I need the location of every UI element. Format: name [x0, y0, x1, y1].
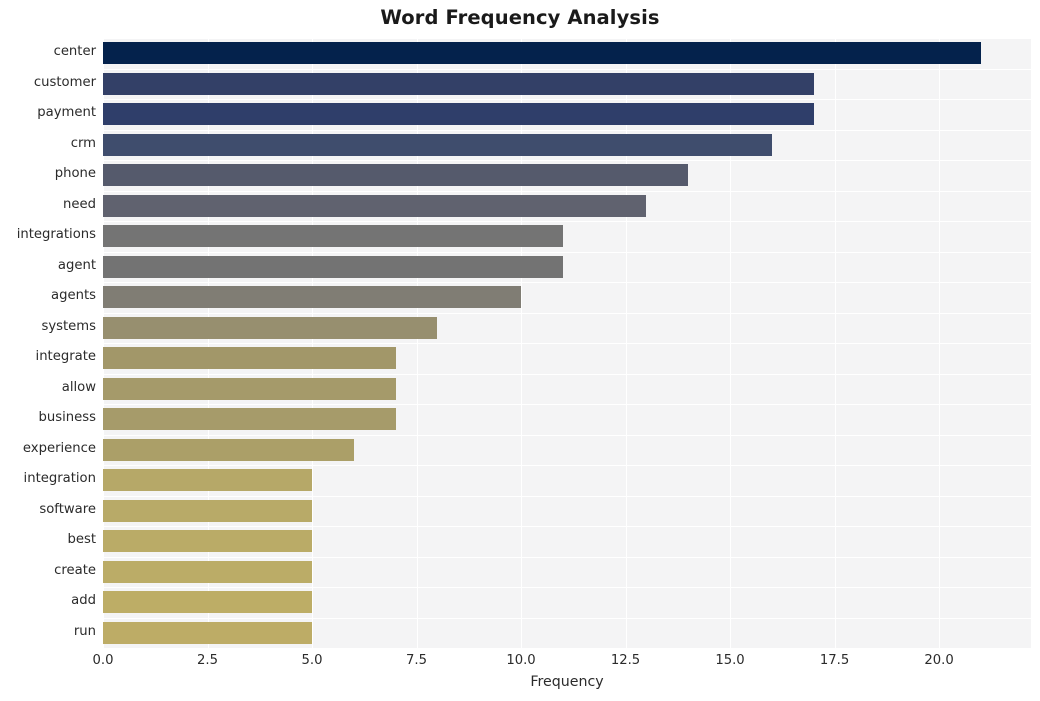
bar-row	[103, 530, 1031, 553]
horizontal-gridline	[103, 556, 1031, 558]
horizontal-gridline	[103, 495, 1031, 497]
bar	[103, 377, 396, 400]
y-tick-label: agent	[57, 257, 96, 273]
bar	[103, 499, 312, 522]
y-tick-label: integrate	[35, 349, 96, 365]
x-axis-tick-labels: 0.0 2.5 5.0 7.5 10.0 12.5 15.0 17.5 20.0	[93, 648, 1031, 674]
horizontal-gridline	[103, 221, 1031, 223]
bar-row	[103, 225, 1031, 248]
bar	[103, 286, 522, 309]
horizontal-gridline	[103, 160, 1031, 162]
horizontal-gridline	[103, 373, 1031, 375]
x-tick-label: 10.0	[506, 653, 536, 668]
horizontal-gridline	[103, 282, 1031, 284]
bar-row	[103, 591, 1031, 614]
bar-row	[103, 347, 1031, 370]
bar	[103, 530, 312, 553]
bar	[103, 164, 689, 187]
bar	[103, 560, 312, 583]
x-tick-label: 17.5	[819, 653, 850, 668]
y-tick-label: best	[67, 532, 96, 548]
bar-row	[103, 255, 1031, 278]
y-tick-label: customer	[33, 74, 96, 90]
x-tick-label: 15.0	[715, 653, 745, 668]
bar	[103, 194, 647, 217]
x-tick-label: 5.0	[301, 653, 323, 668]
y-tick-label: center	[53, 44, 96, 60]
y-tick-label: phone	[54, 166, 96, 182]
horizontal-gridline	[103, 587, 1031, 589]
y-tick-label: run	[73, 623, 96, 639]
bar	[103, 438, 354, 461]
bar-row	[103, 194, 1031, 217]
y-tick-label: business	[38, 410, 96, 426]
bar-row	[103, 408, 1031, 431]
bar	[103, 591, 312, 614]
horizontal-gridline	[103, 99, 1031, 101]
bar	[103, 621, 312, 644]
bar-row	[103, 621, 1031, 644]
bar	[103, 347, 396, 370]
bar	[103, 255, 563, 278]
y-tick-label: software	[39, 501, 96, 517]
bar-row	[103, 560, 1031, 583]
horizontal-gridline	[103, 343, 1031, 345]
y-tick-label: systems	[41, 318, 96, 334]
horizontal-gridline	[103, 251, 1031, 253]
horizontal-gridline	[103, 434, 1031, 436]
horizontal-gridline	[103, 312, 1031, 314]
bar-row	[103, 72, 1031, 95]
x-tick-label: 12.5	[610, 653, 641, 668]
bar-row	[103, 133, 1031, 156]
bar-row	[103, 469, 1031, 492]
bar-row	[103, 286, 1031, 309]
horizontal-gridline	[103, 129, 1031, 131]
y-tick-label: allow	[61, 379, 96, 395]
y-tick-label: experience	[22, 440, 96, 456]
y-tick-label: need	[63, 196, 96, 212]
horizontal-gridline	[103, 526, 1031, 528]
bar	[103, 469, 312, 492]
bar	[103, 133, 772, 156]
plot-area	[103, 38, 1031, 650]
horizontal-gridline	[103, 404, 1031, 406]
bar	[103, 408, 396, 431]
x-tick-label: 0.0	[92, 653, 114, 668]
y-tick-label: agents	[51, 288, 96, 304]
y-tick-label: add	[71, 593, 96, 609]
y-tick-label: create	[54, 562, 96, 578]
horizontal-gridline	[103, 38, 1031, 40]
chart-title: Word Frequency Analysis	[380, 6, 660, 29]
bar-row	[103, 103, 1031, 126]
y-tick-label: crm	[70, 135, 96, 151]
bar-row	[103, 377, 1031, 400]
horizontal-gridline	[103, 190, 1031, 192]
bar-row	[103, 316, 1031, 339]
bar-row	[103, 164, 1031, 187]
bar-row	[103, 42, 1031, 65]
x-tick-label: 7.5	[406, 653, 427, 668]
bar-row	[103, 499, 1031, 522]
chart-figure: Word Frequency Analysis center customer pa…	[0, 0, 1040, 701]
bar-row	[103, 438, 1031, 461]
y-tick-label: payment	[37, 105, 96, 121]
bar	[103, 103, 814, 126]
y-tick-label: integrations	[16, 227, 96, 243]
bar	[103, 225, 563, 248]
x-tick-label: 2.5	[197, 653, 218, 668]
horizontal-gridline	[103, 68, 1031, 70]
bar	[103, 72, 814, 95]
x-tick-label: 20.0	[924, 653, 954, 668]
bar	[103, 316, 438, 339]
y-axis-tick-labels: center customer payment crm phone need integra…	[0, 38, 96, 648]
horizontal-gridline	[103, 465, 1031, 467]
bar	[103, 42, 981, 65]
x-axis-label: Frequency	[530, 674, 604, 690]
horizontal-gridline	[103, 617, 1031, 619]
y-tick-label: integration	[23, 471, 96, 487]
